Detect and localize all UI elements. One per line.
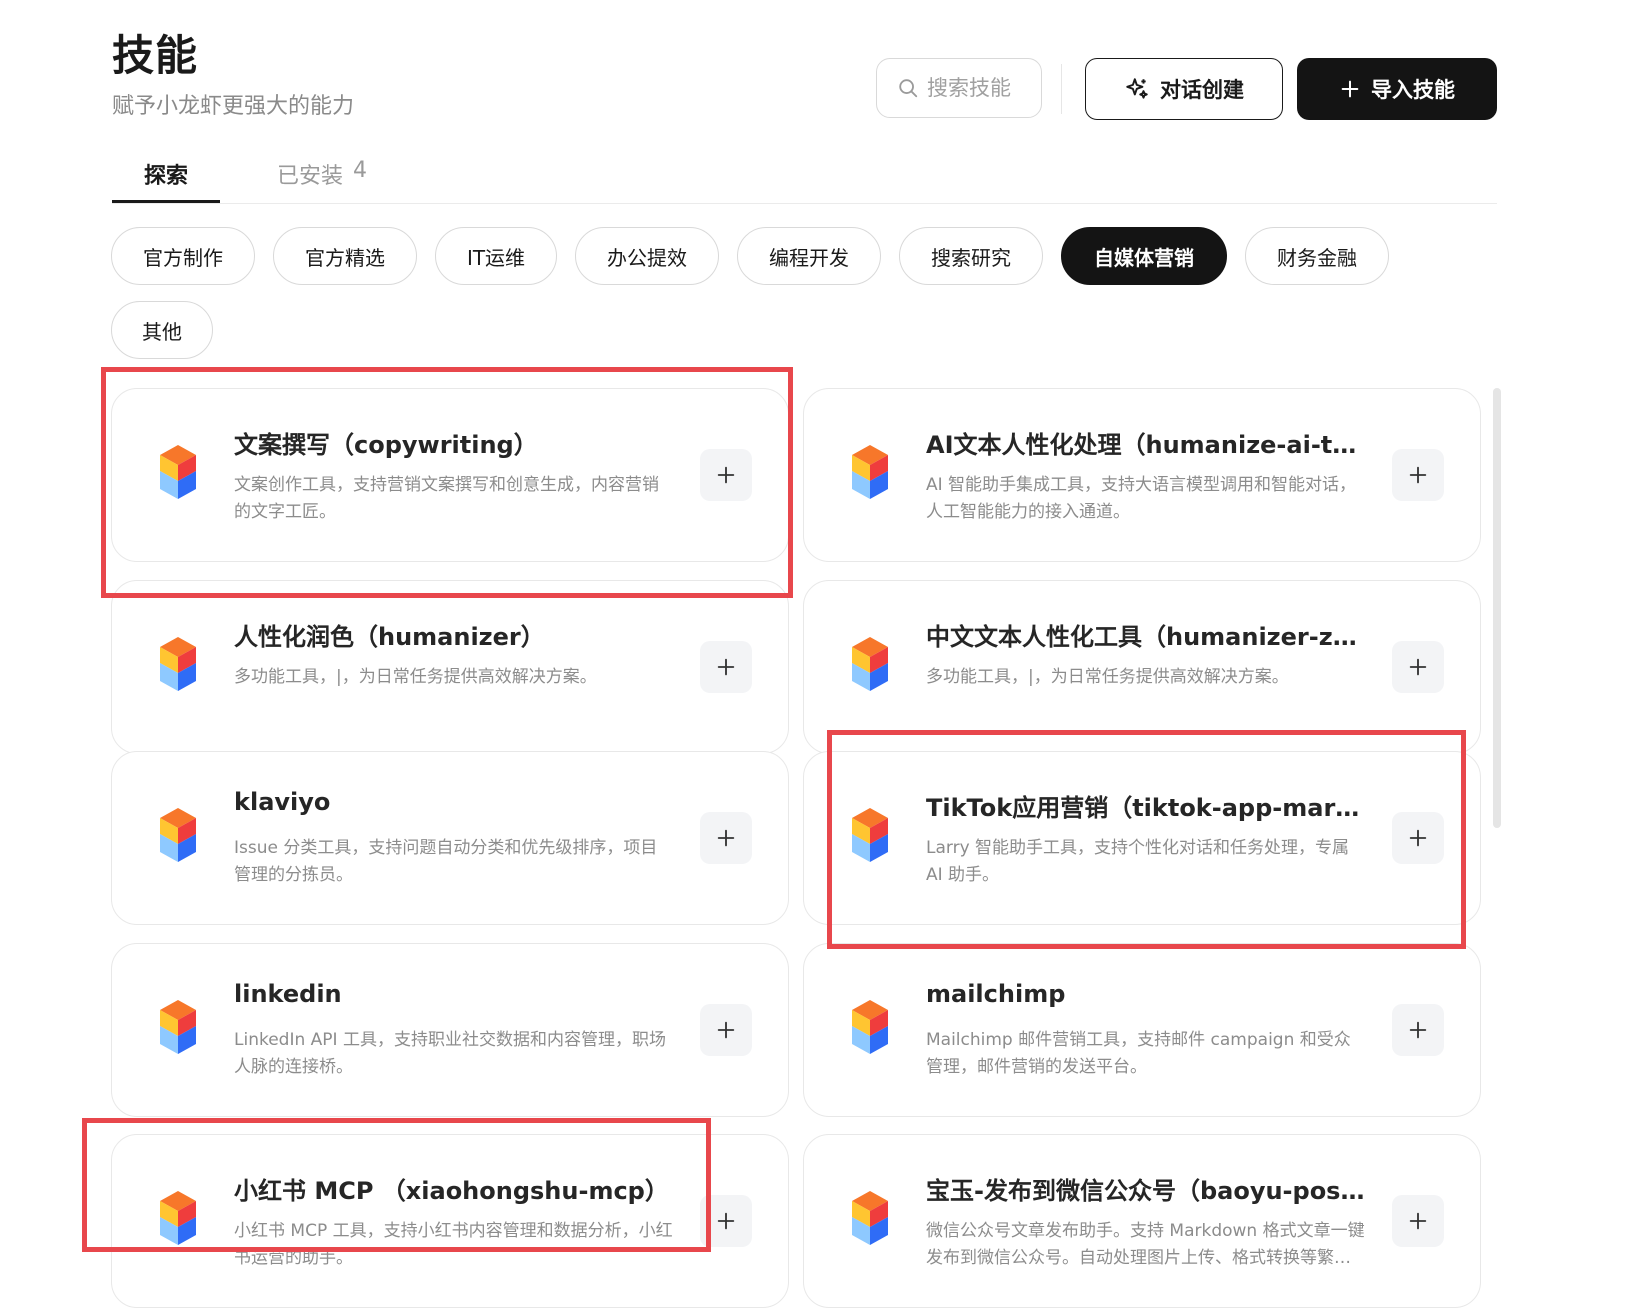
skill-description: 微信公众号文章发布助手。支持 Markdown 格式文章一键发布到微信公众号。自… bbox=[926, 1221, 1365, 1268]
scrollbar[interactable] bbox=[1493, 388, 1501, 1281]
plus-icon bbox=[717, 658, 735, 676]
tab-installed-label: 已安装 bbox=[276, 164, 343, 189]
skill-logo-icon bbox=[852, 1190, 888, 1245]
plus-icon bbox=[1341, 80, 1359, 98]
category-chip[interactable]: 办公提效 bbox=[575, 227, 719, 285]
skill-card[interactable]: 中文文本人性化工具（humanizer-zh） 多功能工具，|，为日常任务提供高… bbox=[803, 580, 1481, 754]
add-skill-button[interactable] bbox=[700, 641, 752, 693]
add-skill-button[interactable] bbox=[1392, 641, 1444, 693]
installed-count: 4 bbox=[353, 158, 367, 183]
category-chip[interactable]: 编程开发 bbox=[737, 227, 881, 285]
plus-icon bbox=[717, 1212, 735, 1230]
header-divider bbox=[1061, 64, 1062, 114]
add-skill-button[interactable] bbox=[1392, 1004, 1444, 1056]
sparkle-icon bbox=[1126, 78, 1148, 99]
tab-installed[interactable]: 已安装 4 bbox=[252, 150, 392, 203]
add-skill-button[interactable] bbox=[700, 812, 752, 864]
plus-icon bbox=[1409, 466, 1427, 484]
skill-logo-icon bbox=[160, 1190, 196, 1245]
skill-description: Mailchimp 邮件营销工具，支持邮件 campaign 和受众管理，邮件营… bbox=[926, 1030, 1351, 1077]
category-chip[interactable]: IT运维 bbox=[435, 227, 557, 285]
add-skill-button[interactable] bbox=[700, 1195, 752, 1247]
skill-card[interactable]: linkedin LinkedIn API 工具，支持职业社交数据和内容管理，职… bbox=[111, 943, 789, 1117]
search-box[interactable] bbox=[876, 58, 1042, 118]
skill-logo-icon bbox=[160, 999, 196, 1054]
page-title: 技能 bbox=[112, 31, 199, 80]
skill-logo-icon bbox=[160, 807, 196, 862]
import-skill-button[interactable]: 导入技能 bbox=[1297, 58, 1497, 120]
scrollbar-thumb[interactable] bbox=[1493, 388, 1501, 828]
skill-title: 文案撰写（copywriting） bbox=[234, 431, 538, 459]
category-chip-active[interactable]: 自媒体营销 bbox=[1061, 227, 1227, 285]
skill-description: LinkedIn API 工具，支持职业社交数据和内容管理，职场人脉的连接桥。 bbox=[234, 1030, 666, 1077]
add-skill-button[interactable] bbox=[1392, 1195, 1444, 1247]
skill-description: 多功能工具，|，为日常任务提供高效解决方案。 bbox=[234, 667, 597, 687]
skill-card[interactable]: 宝玉-发布到微信公众号（baoyu-post-to-wechat） 微信公众号文… bbox=[803, 1134, 1481, 1308]
skill-description: 小红书 MCP 工具，支持小红书内容管理和数据分析，小红书运营的助手。 bbox=[234, 1221, 673, 1268]
skill-title: 宝玉-发布到微信公众号（baoyu-post-to-wechat） bbox=[926, 1177, 1366, 1205]
category-chip[interactable]: 搜索研究 bbox=[899, 227, 1043, 285]
skill-title: TikTok应用营销（tiktok-app-marketing） bbox=[926, 794, 1366, 822]
skill-logo-icon bbox=[852, 999, 888, 1054]
add-skill-button[interactable] bbox=[700, 449, 752, 501]
skill-title: 小红书 MCP （xiaohongshu-mcp） bbox=[234, 1177, 669, 1205]
skill-card[interactable]: 小红书 MCP （xiaohongshu-mcp） 小红书 MCP 工具，支持小… bbox=[111, 1134, 789, 1308]
skill-description: Issue 分类工具，支持问题自动分类和优先级排序，项目管理的分拣员。 bbox=[234, 838, 658, 885]
category-chip[interactable]: 官方精选 bbox=[273, 227, 417, 285]
skill-card[interactable]: 人性化润色（humanizer） 多功能工具，|，为日常任务提供高效解决方案。 bbox=[111, 580, 789, 754]
add-skill-button[interactable] bbox=[1392, 812, 1444, 864]
skill-title: klaviyo bbox=[234, 788, 331, 816]
skill-logo-icon bbox=[160, 636, 196, 691]
add-skill-button[interactable] bbox=[1392, 449, 1444, 501]
skill-title: 中文文本人性化工具（humanizer-zh） bbox=[926, 623, 1366, 651]
skill-logo-icon bbox=[852, 444, 888, 499]
skill-logo-icon bbox=[160, 444, 196, 499]
tab-explore-label: 探索 bbox=[143, 164, 188, 189]
skill-description: Larry 智能助手工具，支持个性化对话和任务处理，专属 AI 助手。 bbox=[926, 838, 1350, 885]
plus-icon bbox=[717, 1021, 735, 1039]
skill-description: 文案创作工具，支持营销文案撰写和创意生成，内容营销的文字工匠。 bbox=[234, 475, 659, 522]
plus-icon bbox=[1409, 1212, 1427, 1230]
import-skill-label: 导入技能 bbox=[1371, 78, 1455, 102]
search-icon bbox=[899, 79, 918, 98]
skill-logo-icon bbox=[852, 636, 888, 691]
skill-card[interactable]: 文案撰写（copywriting） 文案创作工具，支持营销文案撰写和创意生成，内… bbox=[111, 388, 789, 562]
skill-card[interactable]: TikTok应用营销（tiktok-app-marketing） Larry 智… bbox=[803, 751, 1481, 925]
category-chip[interactable]: 财务金融 bbox=[1245, 227, 1389, 285]
skill-title: 人性化润色（humanizer） bbox=[234, 623, 545, 651]
skill-description: AI 智能助手集成工具，支持大语言模型调用和智能对话，人工智能能力的接入通道。 bbox=[926, 475, 1357, 522]
plus-icon bbox=[717, 466, 735, 484]
skill-title: AI文本人性化处理（humanize-ai-text） bbox=[926, 431, 1366, 459]
chat-create-label: 对话创建 bbox=[1160, 78, 1244, 102]
tab-explore[interactable]: 探索 bbox=[112, 150, 220, 203]
chat-create-button[interactable]: 对话创建 bbox=[1085, 58, 1283, 120]
add-skill-button[interactable] bbox=[700, 1004, 752, 1056]
skill-card[interactable]: mailchimp Mailchimp 邮件营销工具，支持邮件 campaign… bbox=[803, 943, 1481, 1117]
skill-description: 多功能工具，|，为日常任务提供高效解决方案。 bbox=[926, 667, 1289, 687]
skill-card[interactable]: AI文本人性化处理（humanize-ai-text） AI 智能助手集成工具，… bbox=[803, 388, 1481, 562]
category-chip[interactable]: 其他 bbox=[111, 301, 213, 359]
page-subtitle: 赋予小龙虾更强大的能力 bbox=[112, 94, 355, 119]
plus-icon bbox=[1409, 829, 1427, 847]
search-input[interactable] bbox=[927, 76, 1027, 100]
plus-icon bbox=[1409, 1021, 1427, 1039]
skill-title: linkedin bbox=[234, 980, 342, 1008]
category-chip[interactable]: 官方制作 bbox=[111, 227, 255, 285]
skill-title: mailchimp bbox=[926, 980, 1066, 1008]
plus-icon bbox=[1409, 658, 1427, 676]
plus-icon bbox=[717, 829, 735, 847]
tab-bar: 探索 已安装 4 bbox=[112, 150, 1497, 204]
skill-logo-icon bbox=[852, 807, 888, 862]
skill-card[interactable]: klaviyo Issue 分类工具，支持问题自动分类和优先级排序，项目管理的分… bbox=[111, 751, 789, 925]
